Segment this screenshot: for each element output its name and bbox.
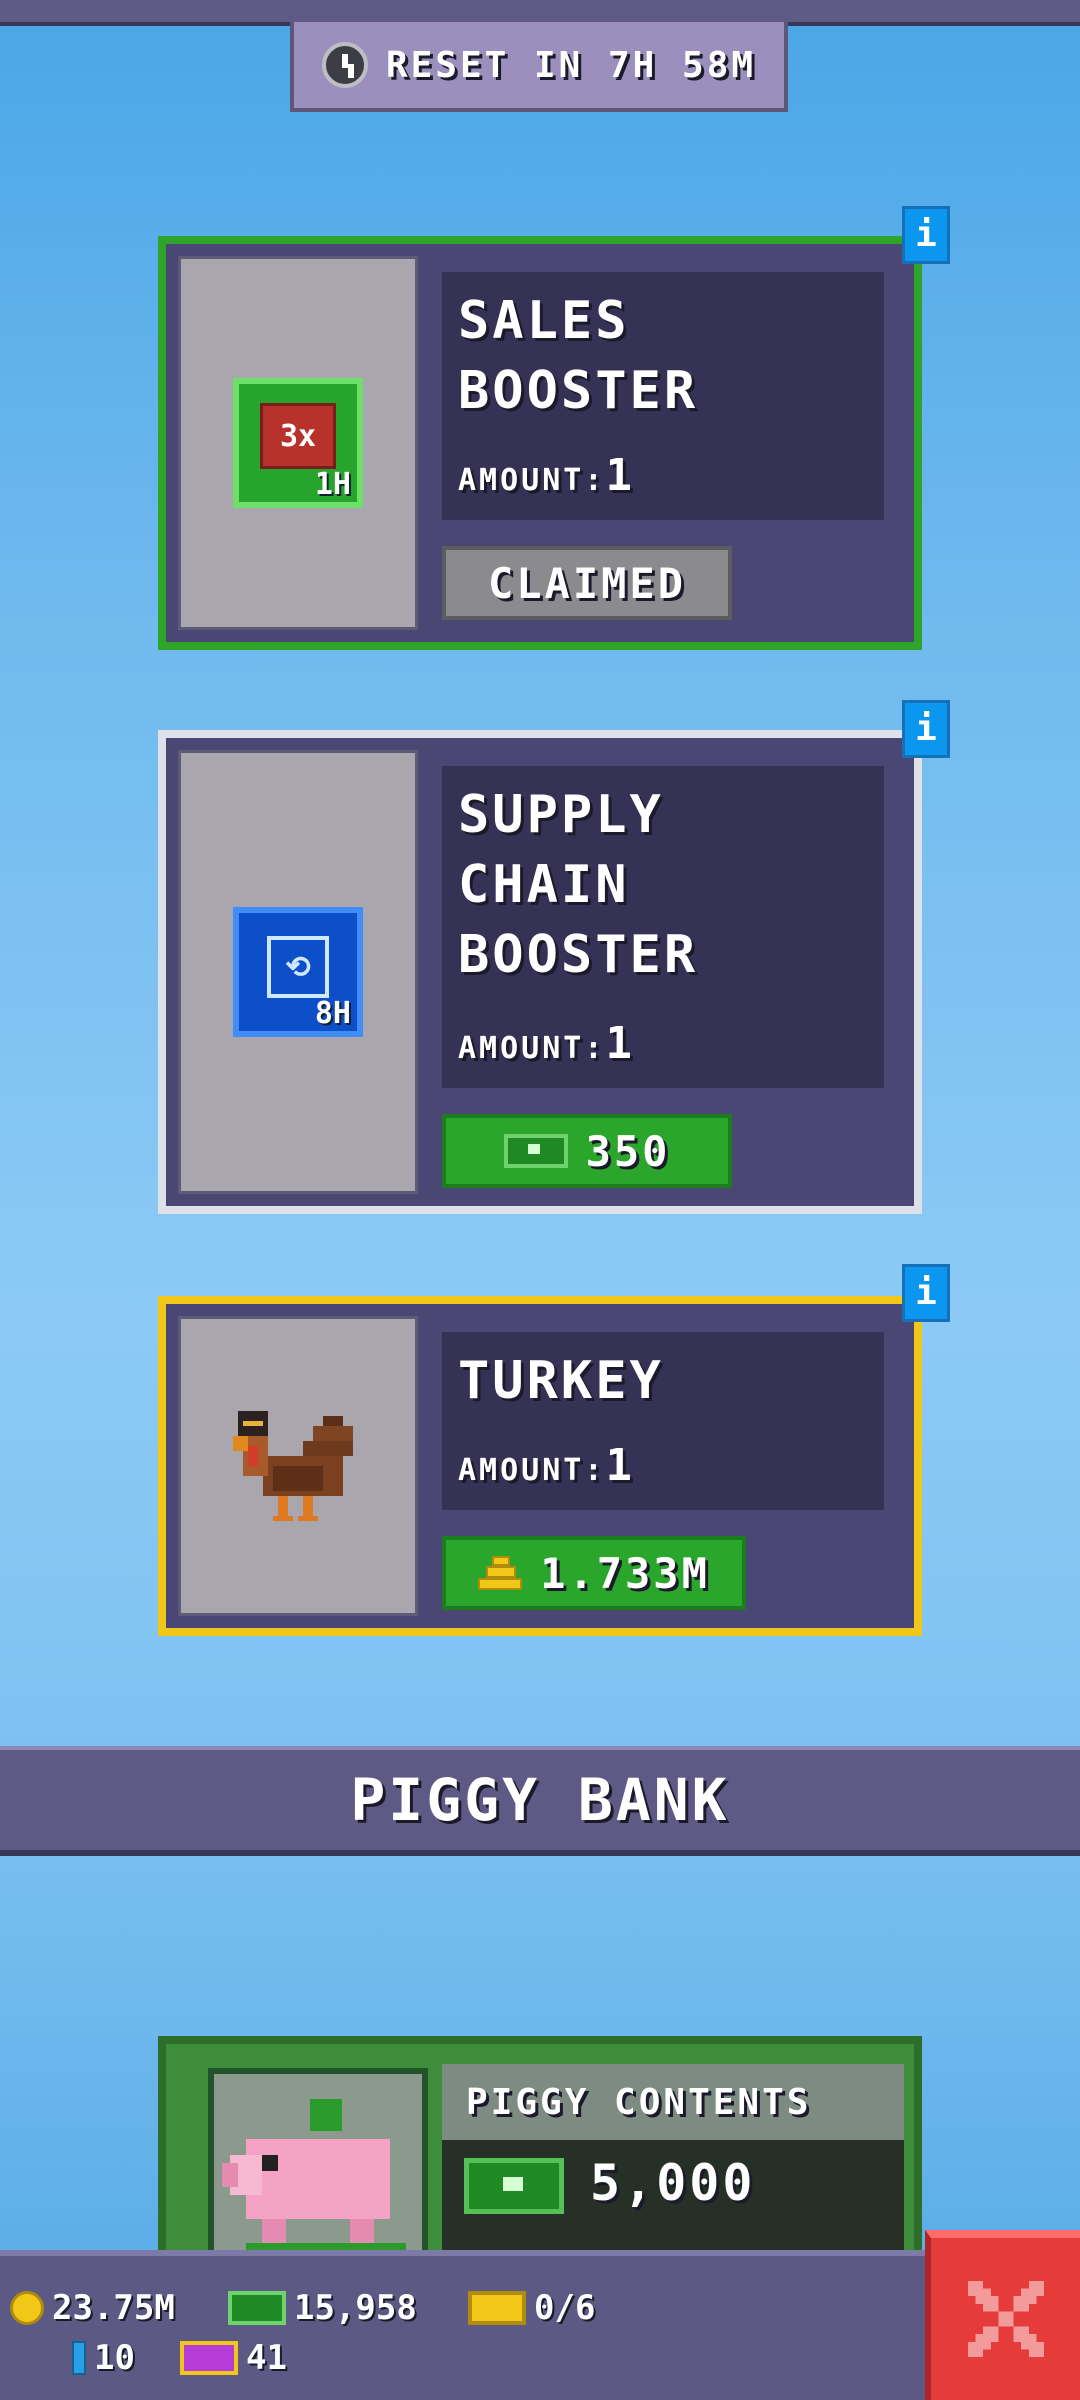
offer-title-line: SUPPLY <box>458 785 664 845</box>
amount-label: AMOUNT: <box>458 463 606 498</box>
supply-chain-booster-icon: ⟲ 8H <box>233 907 363 1037</box>
piggy-icon <box>222 2099 406 2259</box>
offer-amount: AMOUNT:1 <box>458 1440 635 1491</box>
offer-info: TURKEY AMOUNT:1 <box>442 1332 884 1510</box>
resource-bar: 23.75M 15,958 0/6 10 41 <box>0 2250 925 2400</box>
piggy-contents-value: 5,000 <box>590 2154 756 2212</box>
offer-card-supply-chain-booster: ⟲ 8H SUPPLY CHAIN BOOSTER AMOUNT:1 350 <box>158 730 922 1214</box>
cash-icon <box>464 2158 564 2214</box>
offer-title-line: BOOSTER <box>458 925 699 985</box>
coins-value: 23.75M <box>52 2288 175 2328</box>
voucher-icon <box>180 2341 238 2375</box>
offer-title-line: TURKEY <box>458 1351 664 1411</box>
piggy-bank-title: PIGGY BANK <box>350 1766 730 1834</box>
piggy-contents-header: PIGGY CONTENTS <box>442 2064 904 2140</box>
offer-image: 3x 1H <box>178 256 418 630</box>
gems-value: 10 <box>94 2338 135 2378</box>
offer-image <box>178 1316 418 1616</box>
clock-icon <box>321 42 368 88</box>
buy-button-supply-chain-booster[interactable]: 350 <box>442 1114 732 1188</box>
offer-title: SUPPLY CHAIN BOOSTER <box>458 780 698 990</box>
amount-label: AMOUNT: <box>458 1453 606 1488</box>
offer-amount: AMOUNT:1 <box>458 450 635 501</box>
offer-info: SUPPLY CHAIN BOOSTER AMOUNT:1 <box>442 766 884 1088</box>
cash-icon <box>503 1134 568 1168</box>
coin-stack-icon <box>478 1556 523 1590</box>
offer-card-turkey: TURKEY AMOUNT:1 1.733M <box>158 1296 922 1636</box>
piggy-contents-label: PIGGY CONTENTS <box>466 2081 812 2123</box>
tickets-resource: 0/6 <box>468 2288 595 2328</box>
info-button-turkey[interactable]: i <box>902 1264 950 1322</box>
coins-resource: 23.75M <box>10 2288 175 2328</box>
supply-chain-symbol: ⟲ <box>267 936 329 998</box>
coin-icon <box>10 2291 44 2325</box>
offer-image: ⟲ 8H <box>178 750 418 1194</box>
close-icon <box>967 2281 1044 2357</box>
amount-value: 1 <box>605 1440 635 1491</box>
gem-icon <box>72 2341 86 2375</box>
cash-icon <box>228 2291 286 2325</box>
info-button-sales-booster[interactable]: i <box>902 206 950 264</box>
tickets-value: 0/6 <box>534 2288 596 2328</box>
piggy-bank-banner: PIGGY BANK <box>0 1746 1080 1856</box>
gems-resource: 10 <box>72 2338 135 2378</box>
amount-label: AMOUNT: <box>458 1031 606 1066</box>
amount-value: 1 <box>605 450 635 501</box>
cash-resource: 15,958 <box>228 2288 417 2328</box>
vouchers-resource: 41 <box>180 2338 287 2378</box>
vouchers-value: 41 <box>246 2338 287 2378</box>
cash-value: 15,958 <box>294 2288 417 2328</box>
offer-title-line: SALES <box>458 291 630 351</box>
booster-duration: 8H <box>314 996 351 1031</box>
amount-value: 1 <box>605 1018 635 1069</box>
close-button[interactable] <box>925 2230 1080 2400</box>
offer-amount: AMOUNT:1 <box>458 1018 635 1069</box>
offer-title-line: CHAIN <box>458 855 630 915</box>
booster-multiplier-label: 3x <box>279 418 317 454</box>
offer-card-sales-booster: 3x 1H SALES BOOSTER AMOUNT:1 CLAIMED <box>158 236 922 650</box>
offer-title: TURKEY <box>458 1346 664 1416</box>
booster-duration: 1H <box>314 467 351 502</box>
price-label: 350 <box>585 1126 671 1176</box>
buy-button-turkey[interactable]: 1.733M <box>442 1536 746 1610</box>
info-button-supply-chain-booster[interactable]: i <box>902 700 950 758</box>
price-label: 1.733M <box>540 1548 710 1598</box>
reset-timer: RESET IN 7H 58M <box>290 22 788 112</box>
sales-booster-icon: 3x 1H <box>233 378 363 508</box>
claimed-button[interactable]: CLAIMED <box>442 546 732 620</box>
offer-info: SALES BOOSTER AMOUNT:1 <box>442 272 884 520</box>
turkey-icon <box>233 1411 353 1521</box>
offer-title-line: BOOSTER <box>458 361 699 421</box>
claimed-label: CLAIMED <box>487 558 686 608</box>
ticket-icon <box>468 2291 526 2325</box>
reset-timer-text: RESET IN 7H 58M <box>385 44 757 86</box>
offer-title: SALES BOOSTER <box>458 286 698 426</box>
